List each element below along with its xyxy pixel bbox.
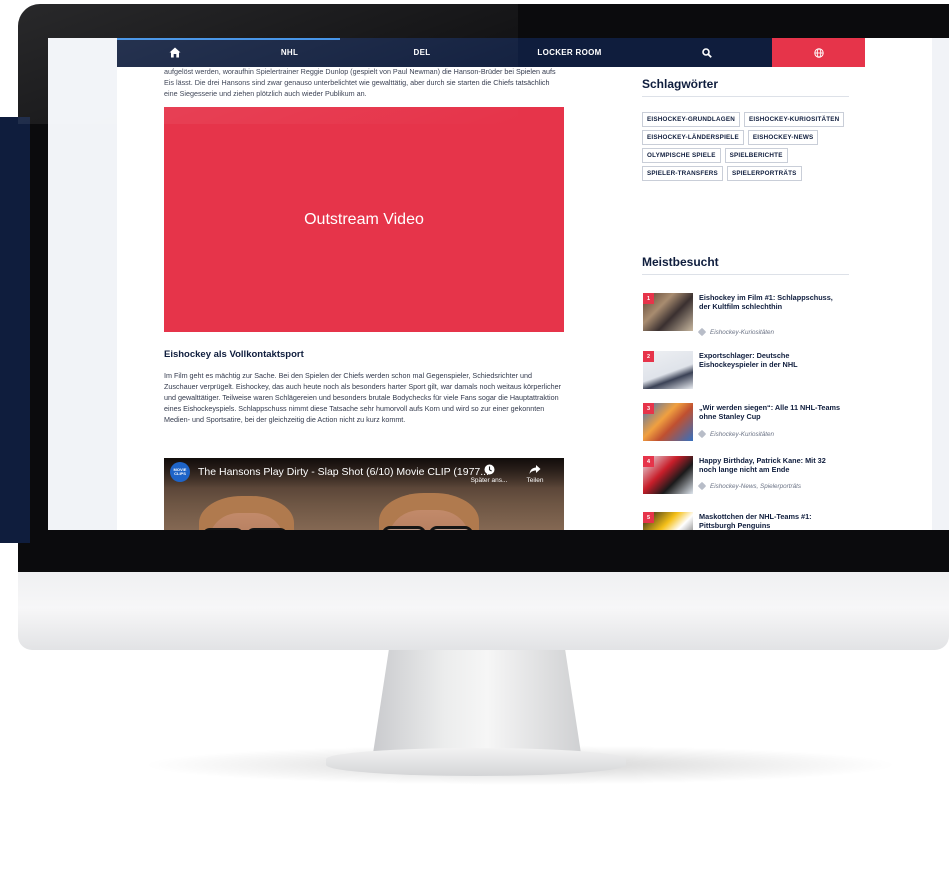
- background-panel: [0, 117, 30, 543]
- article-link[interactable]: „Wir werden siegen“: Alle 11 NHL-Teams o…: [699, 403, 844, 421]
- rank-badge: 3: [643, 403, 654, 414]
- tag-icon: [697, 430, 707, 439]
- most-visited-title: Meistbesucht: [642, 255, 719, 269]
- monitor-stand: [372, 650, 582, 760]
- rank-badge: 2: [643, 351, 654, 362]
- tag-link[interactable]: SPIELER-TRANSFERS: [642, 166, 723, 181]
- nav-item-del[interactable]: DEL: [347, 48, 497, 57]
- tags-widget: Schlagwörter EISHOCKEY-GRUNDLAGEN EISHOC…: [627, 68, 864, 220]
- share-icon: [529, 465, 541, 474]
- watch-later-label: Später ans...: [470, 477, 508, 484]
- tag-cloud: EISHOCKEY-GRUNDLAGEN EISHOCKEY-KURIOSITÄ…: [642, 112, 852, 181]
- article-paragraph: Im Film geht es mächtig zur Sache. Bei d…: [164, 371, 561, 424]
- article-link[interactable]: Eishockey im Film #1: Schlappschuss, der…: [699, 293, 844, 311]
- nav-item-locker-room[interactable]: LOCKER ROOM: [497, 48, 642, 57]
- screen: NHL DEL LOCKER ROOM aufgelöst werden, wo…: [48, 38, 949, 530]
- category-link[interactable]: Eishockey-News, Spielerporträts: [710, 483, 801, 490]
- globe-icon: [813, 47, 824, 58]
- rank-badge: 5: [643, 512, 654, 523]
- nav-item-nhl[interactable]: NHL: [232, 48, 347, 57]
- tag-link[interactable]: EISHOCKEY-GRUNDLAGEN: [642, 112, 740, 127]
- nav-search[interactable]: [642, 47, 772, 58]
- article-category: Eishockey-Kuriositäten: [697, 430, 774, 439]
- tag-link[interactable]: OLYMPISCHE SPIELE: [642, 148, 721, 163]
- top-navigation: NHL DEL LOCKER ROOM: [117, 38, 865, 67]
- tag-link[interactable]: SPIELBERICHTE: [724, 148, 788, 163]
- article-link[interactable]: Exportschlager: Deutsche Eishockeyspiele…: [699, 351, 844, 369]
- share-label: Teilen: [526, 477, 544, 484]
- share-button[interactable]: Teilen: [515, 464, 555, 484]
- nav-home[interactable]: [117, 47, 232, 58]
- tag-link[interactable]: EISHOCKEY-KURIOSITÄTEN: [743, 112, 845, 127]
- watch-later-button[interactable]: Später ans...: [469, 464, 509, 484]
- tags-widget-title: Schlagwörter: [642, 77, 719, 91]
- most-visited-widget: Meistbesucht 1 Eishockey im Film #1: Sch…: [627, 238, 864, 530]
- rank-badge: 4: [643, 456, 654, 467]
- video-title[interactable]: The Hansons Play Dirty - Slap Shot (6/10…: [198, 466, 489, 478]
- article-category: Eishockey-Kuriositäten: [697, 328, 774, 337]
- tag-link[interactable]: EISHOCKEY-LÄNDERSPIELE: [642, 130, 744, 145]
- tag-link[interactable]: EISHOCKEY-NEWS: [747, 130, 819, 145]
- divider: [642, 96, 849, 97]
- tag-icon: [697, 482, 707, 491]
- rank-badge: 1: [643, 293, 654, 304]
- tag-icon: [697, 328, 707, 337]
- channel-logo[interactable]: MOVIE CLIPS: [170, 462, 190, 482]
- clock-icon: [484, 464, 494, 475]
- search-icon: [702, 47, 712, 58]
- article-link[interactable]: Maskottchen der NHL-Teams #1: Pittsburgh…: [699, 512, 844, 530]
- monitor-stand-base: [326, 748, 626, 776]
- divider: [642, 274, 849, 275]
- tag-link[interactable]: SPIELERPORTRÄTS: [726, 166, 802, 181]
- ad-label: Outstream Video: [304, 210, 424, 228]
- category-link[interactable]: Eishockey-Kuriositäten: [710, 329, 774, 336]
- nav-language[interactable]: [772, 38, 865, 67]
- outstream-video-ad[interactable]: Outstream Video: [164, 107, 564, 332]
- section-heading: Eishockey als Vollkontaktsport: [164, 349, 304, 360]
- category-link[interactable]: Eishockey-Kuriositäten: [710, 431, 774, 438]
- home-icon: [169, 47, 180, 58]
- article-link[interactable]: Happy Birthday, Patrick Kane: Mit 32 noc…: [699, 456, 844, 474]
- youtube-embed[interactable]: MOVIE CLIPS The Hansons Play Dirty - Sla…: [164, 458, 564, 530]
- article-paragraph: aufgelöst werden, woraufhin Spielertrain…: [164, 67, 556, 98]
- article-category: Eishockey-News, Spielerporträts: [697, 482, 801, 491]
- nav-accent-line: [117, 38, 340, 40]
